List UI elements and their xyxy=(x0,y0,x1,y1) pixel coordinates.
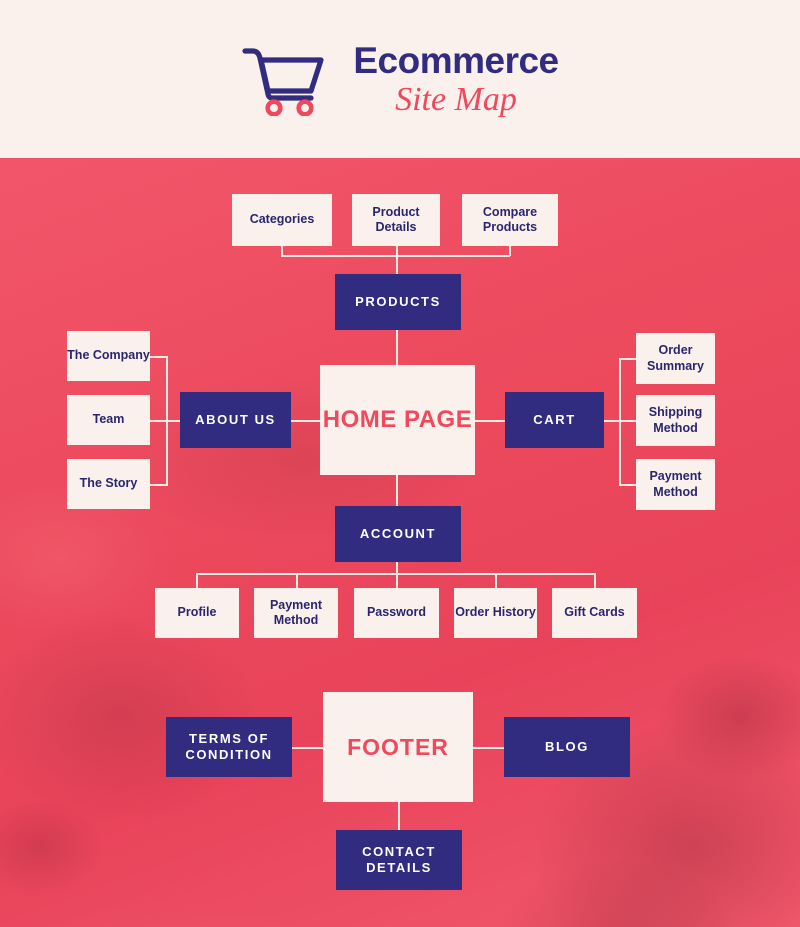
connector-cart-bracket xyxy=(619,358,621,486)
connector-home-account xyxy=(396,475,398,506)
connector-cart-stem xyxy=(604,420,620,422)
connector-products-stem xyxy=(396,255,398,275)
node-payment-method-cart[interactable]: Payment Method xyxy=(636,459,715,510)
shopping-cart-icon xyxy=(242,48,324,116)
node-cart[interactable]: CART xyxy=(505,392,604,448)
connector-footer-contact xyxy=(398,800,400,830)
connector-about-home xyxy=(291,420,321,422)
connector-payment-method-account xyxy=(296,573,298,588)
node-product-details[interactable]: Product Details xyxy=(352,194,440,246)
connector-about-stem xyxy=(166,420,180,422)
connector-order-history xyxy=(495,573,497,588)
connector-footer-blog xyxy=(473,747,504,749)
page-title: Ecommerce xyxy=(353,39,559,81)
node-about-us[interactable]: ABOUT US xyxy=(180,392,291,448)
node-compare-products[interactable]: Compare Products xyxy=(462,194,558,246)
node-password[interactable]: Password xyxy=(354,588,439,638)
node-terms-of-condition[interactable]: TERMS OF CONDITION xyxy=(166,717,292,777)
node-footer[interactable]: FOOTER xyxy=(323,692,473,802)
node-contact-details[interactable]: CONTACT DETAILS xyxy=(336,830,462,890)
node-products[interactable]: PRODUCTS xyxy=(335,274,461,330)
node-order-history[interactable]: Order History xyxy=(454,588,537,638)
connector-payment-method-cart xyxy=(619,484,637,486)
node-shipping-method[interactable]: Shipping Method xyxy=(636,395,715,446)
connector-terms-footer xyxy=(292,747,323,749)
connector-shipping-method xyxy=(619,420,637,422)
page-subtitle: Site Map xyxy=(395,80,517,118)
node-account[interactable]: ACCOUNT xyxy=(335,506,461,562)
node-the-story[interactable]: The Story xyxy=(67,459,150,509)
node-categories[interactable]: Categories xyxy=(232,194,332,246)
node-order-summary[interactable]: Order Summary xyxy=(636,333,715,384)
node-the-company[interactable]: The Company xyxy=(67,331,150,381)
node-payment-method-account[interactable]: Payment Method xyxy=(254,588,338,638)
connector-products-home xyxy=(396,330,398,366)
connector-home-cart xyxy=(475,420,505,422)
page-header: Ecommerce Site Map xyxy=(0,0,800,158)
connector-order-summary xyxy=(619,358,637,360)
node-gift-cards[interactable]: Gift Cards xyxy=(552,588,637,638)
connector-gift-cards xyxy=(594,573,596,588)
node-blog[interactable]: BLOG xyxy=(504,717,630,777)
connector-profile xyxy=(196,573,198,588)
node-team[interactable]: Team xyxy=(67,395,150,445)
node-home-page[interactable]: HOME PAGE xyxy=(320,365,475,475)
connector-password xyxy=(396,573,398,588)
node-profile[interactable]: Profile xyxy=(155,588,239,638)
header-title-block: Ecommerce Site Map xyxy=(353,39,559,118)
site-map-page: Ecommerce Site Map Categories Product De… xyxy=(0,0,800,927)
